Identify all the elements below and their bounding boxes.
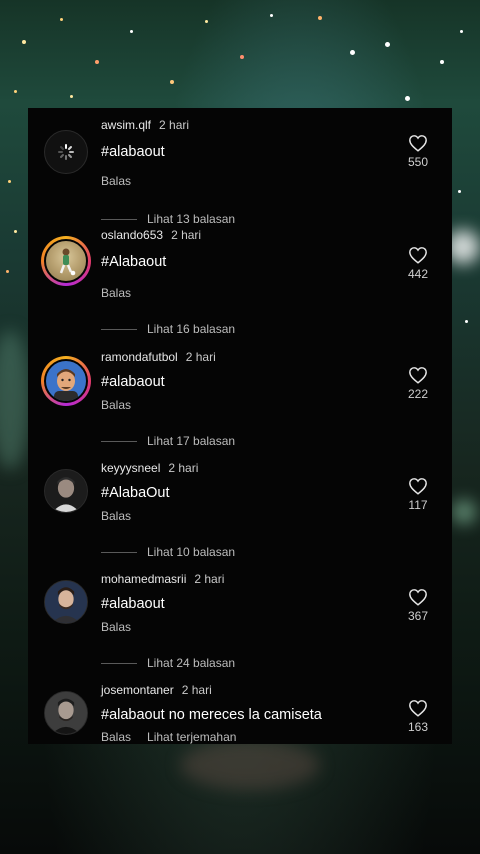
person-photo-icon bbox=[45, 470, 87, 512]
like-count: 163 bbox=[407, 720, 429, 734]
avatar[interactable] bbox=[41, 356, 91, 406]
comment-text: #AlabaOut bbox=[101, 485, 170, 501]
comment-text: #Alabaout bbox=[101, 254, 167, 270]
like-count: 222 bbox=[407, 387, 429, 401]
comment-item: ramondafutbol 2 hari #alabaout Balas 222 … bbox=[28, 350, 452, 461]
heart-icon bbox=[409, 247, 427, 264]
like-count: 442 bbox=[407, 267, 429, 281]
person-photo-icon bbox=[45, 692, 87, 734]
comment-time: 2 hari bbox=[171, 228, 202, 242]
divider-line bbox=[101, 440, 137, 442]
heart-icon bbox=[409, 478, 427, 495]
view-replies-label: Lihat 24 balasan bbox=[147, 656, 236, 670]
reply-button[interactable]: Balas bbox=[101, 174, 131, 188]
username[interactable]: ramondafutbol bbox=[101, 350, 178, 364]
view-replies-label: Lihat 10 balasan bbox=[147, 545, 236, 559]
username[interactable]: oslando653 bbox=[101, 228, 163, 242]
comment-item: josemontaner 2 hari #alabaout no mereces … bbox=[28, 683, 452, 744]
cartoon-avatar-icon bbox=[44, 359, 88, 403]
avatar[interactable] bbox=[44, 580, 88, 624]
divider-line bbox=[101, 551, 137, 553]
comment-time: 2 hari bbox=[194, 572, 225, 586]
avatar[interactable] bbox=[44, 130, 88, 174]
divider-line bbox=[101, 218, 137, 220]
like-button[interactable]: 442 bbox=[406, 246, 430, 281]
comment-time: 2 hari bbox=[181, 683, 212, 697]
loading-spinner-icon bbox=[58, 144, 74, 160]
view-replies-label: Lihat 16 balasan bbox=[147, 322, 236, 336]
football-player-icon bbox=[44, 239, 88, 283]
avatar[interactable] bbox=[41, 236, 91, 286]
heart-icon bbox=[409, 367, 427, 384]
comment-item: keyyysneel 2 hari #AlabaOut Balas 117 Lih… bbox=[28, 461, 452, 572]
view-replies-label: Lihat 17 balasan bbox=[147, 434, 236, 448]
username[interactable]: josemontaner bbox=[101, 683, 174, 697]
avatar[interactable] bbox=[44, 691, 88, 735]
heart-icon bbox=[409, 135, 427, 152]
reply-button[interactable]: Balas bbox=[101, 398, 131, 412]
reply-button[interactable]: Balas bbox=[101, 286, 131, 300]
comment-time: 2 hari bbox=[185, 350, 216, 364]
reply-button[interactable]: Balas bbox=[101, 620, 131, 634]
comment-item: awsim.qlf 2 hari #alabaout Balas 550 Liha… bbox=[28, 118, 452, 229]
like-button[interactable]: 117 bbox=[406, 477, 430, 512]
comment-time: 2 hari bbox=[159, 118, 190, 132]
reply-button[interactable]: Balas bbox=[101, 509, 131, 523]
view-replies-button[interactable]: Lihat 24 balasan bbox=[101, 656, 235, 670]
view-replies-button[interactable]: Lihat 13 balasan bbox=[101, 212, 235, 226]
heart-icon bbox=[409, 700, 427, 717]
comments-panel[interactable]: awsim.qlf 2 hari #alabaout Balas 550 Liha… bbox=[28, 108, 452, 744]
username[interactable]: keyyysneel bbox=[101, 461, 160, 475]
heart-icon bbox=[409, 589, 427, 606]
comment-meta: ramondafutbol 2 hari bbox=[101, 350, 216, 364]
comment-meta: awsim.qlf 2 hari bbox=[101, 118, 189, 132]
divider-line bbox=[101, 662, 137, 664]
view-replies-button[interactable]: Lihat 17 balasan bbox=[101, 434, 235, 448]
view-replies-label: Lihat 13 balasan bbox=[147, 212, 236, 226]
translate-button[interactable]: Lihat terjemahan bbox=[147, 730, 236, 744]
like-count: 367 bbox=[407, 609, 429, 623]
comment-item: oslando653 2 hari #Alabaout Balas 442 Lih… bbox=[28, 228, 452, 339]
view-replies-button[interactable]: Lihat 16 balasan bbox=[101, 322, 235, 336]
comment-text: #alabaout no mereces la camiseta bbox=[101, 707, 322, 723]
comment-meta: oslando653 2 hari bbox=[101, 228, 201, 242]
comment-time: 2 hari bbox=[168, 461, 199, 475]
like-count: 550 bbox=[407, 155, 429, 169]
reply-button[interactable]: Balas bbox=[101, 730, 131, 744]
comment-actions: Balas Lihat terjemahan bbox=[101, 730, 236, 744]
like-button[interactable]: 550 bbox=[406, 134, 430, 169]
comment-meta: josemontaner 2 hari bbox=[101, 683, 212, 697]
view-replies-button[interactable]: Lihat 10 balasan bbox=[101, 545, 235, 559]
comment-text: #alabaout bbox=[101, 374, 165, 390]
divider-line bbox=[101, 328, 137, 330]
like-count: 117 bbox=[408, 498, 428, 512]
comment-meta: mohamedmasrii 2 hari bbox=[101, 572, 224, 586]
username[interactable]: mohamedmasrii bbox=[101, 572, 186, 586]
username[interactable]: awsim.qlf bbox=[101, 118, 151, 132]
comment-text: #alabaout bbox=[101, 144, 165, 160]
comment-text: #alabaout bbox=[101, 596, 165, 612]
comment-item: mohamedmasrii 2 hari #alabaout Balas 367 … bbox=[28, 572, 452, 683]
like-button[interactable]: 163 bbox=[406, 699, 430, 734]
like-button[interactable]: 222 bbox=[406, 366, 430, 401]
person-photo-icon bbox=[45, 581, 87, 623]
comment-meta: keyyysneel 2 hari bbox=[101, 461, 198, 475]
avatar[interactable] bbox=[44, 469, 88, 513]
like-button[interactable]: 367 bbox=[406, 588, 430, 623]
